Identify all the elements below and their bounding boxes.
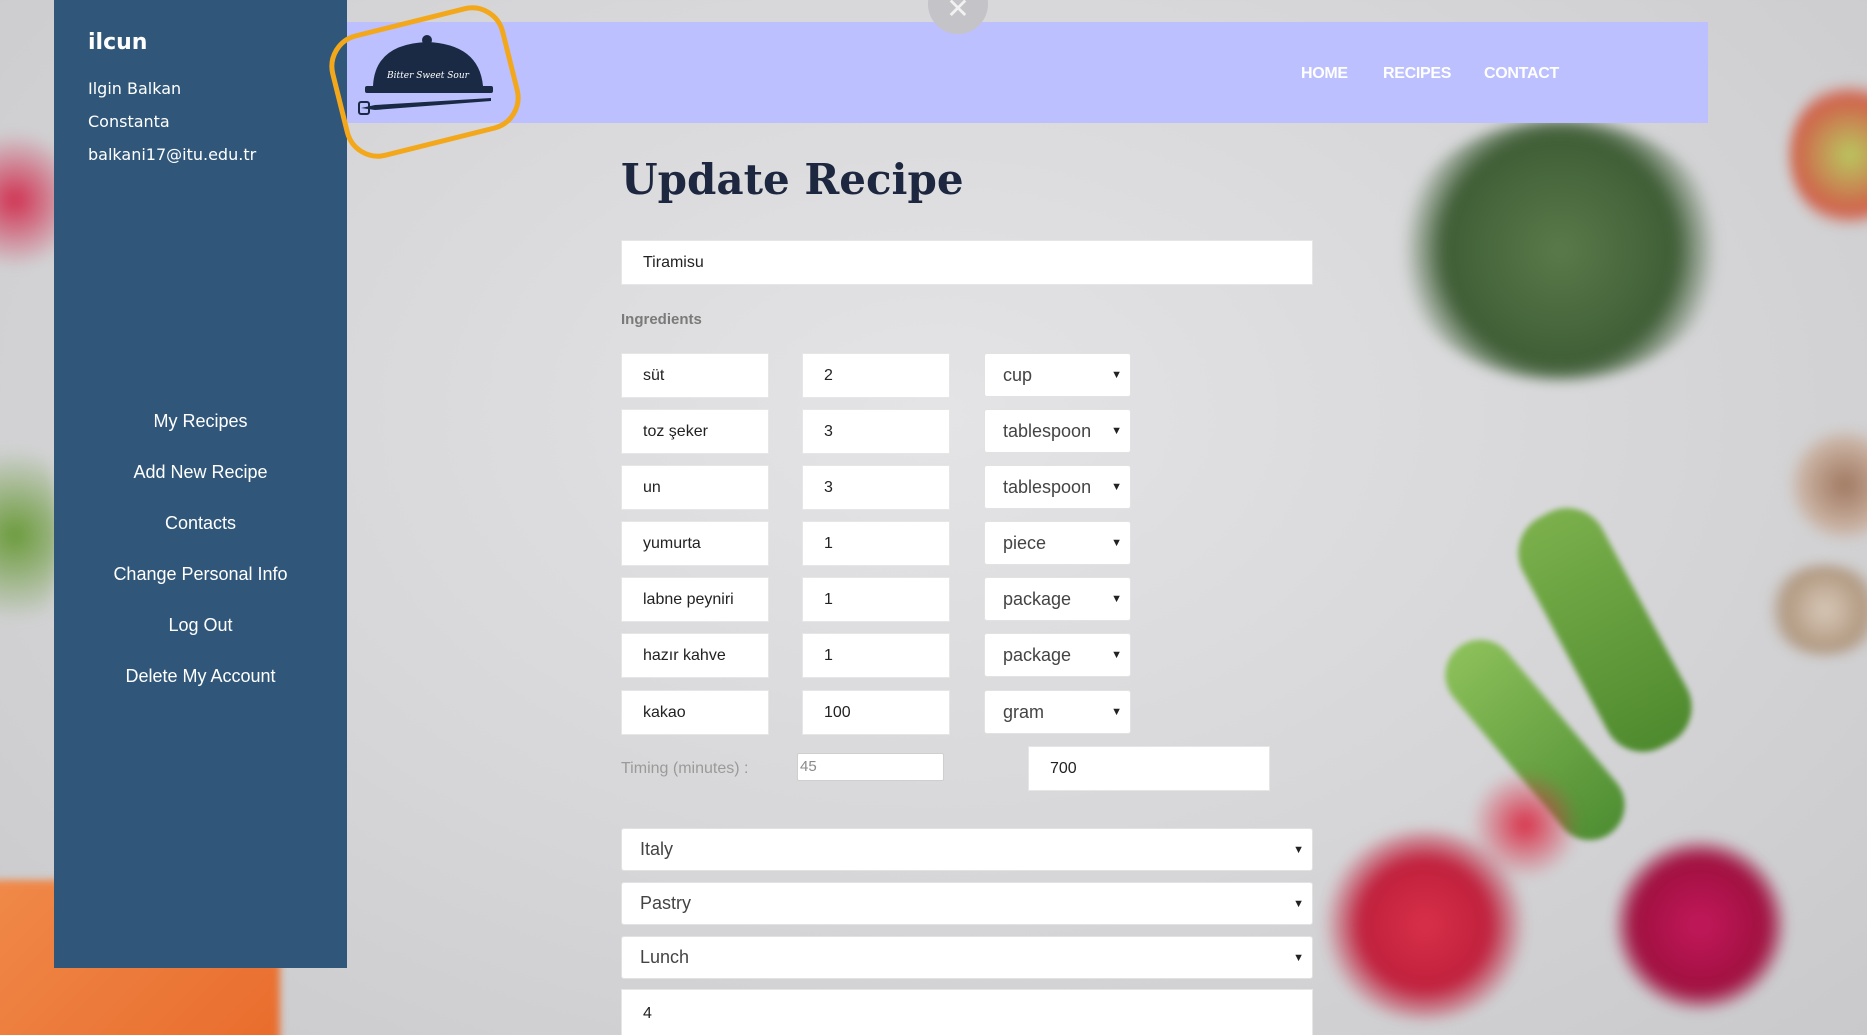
country-select[interactable]: Italy ▼ — [621, 828, 1313, 871]
meal-type-value: Lunch — [640, 947, 690, 967]
sidebar-item-change-personal-info[interactable]: Change Personal Info — [54, 553, 347, 604]
ingredient-unit-select[interactable]: package ▼ — [984, 633, 1131, 677]
ingredient-unit-value: package — [1003, 644, 1072, 665]
ingredient-name-input[interactable]: yumurta — [621, 521, 769, 566]
dropdown-caret-icon: ▼ — [1111, 369, 1122, 381]
sidebar-full-name: Ilgin Balkan — [88, 79, 182, 98]
dropdown-caret-icon: ▼ — [1111, 481, 1122, 493]
ingredient-unit-select[interactable]: piece ▼ — [984, 521, 1131, 565]
logo-cloche-icon[interactable]: Bitter Sweet Sour — [355, 28, 503, 120]
sidebar-email: balkani17@itu.edu.tr — [88, 145, 257, 164]
sidebar-item-add-new-recipe[interactable]: Add New Recipe — [54, 451, 347, 502]
background-artichoke — [1395, 120, 1725, 380]
recipe-name-input[interactable]: Tiramisu — [621, 240, 1313, 285]
sidebar-item-delete-account[interactable]: Delete My Account — [54, 655, 347, 706]
background-raspberries — [1470, 770, 1580, 880]
sidebar-nav: My Recipes Add New Recipe Contacts Chang… — [54, 400, 347, 706]
calorie-input[interactable]: 700 — [1028, 746, 1270, 791]
background-apple — [1790, 80, 1867, 230]
ingredient-name-input[interactable]: labne peyniri — [621, 577, 769, 622]
country-value: Italy — [640, 839, 674, 859]
ingredient-name-input[interactable]: toz şeker — [621, 409, 769, 454]
sidebar-item-my-recipes[interactable]: My Recipes — [54, 400, 347, 451]
ingredient-quantity-input[interactable]: 1 — [802, 521, 950, 566]
logo-text: Bitter Sweet Sour — [386, 71, 470, 81]
dropdown-caret-icon: ▼ — [1293, 843, 1304, 856]
ingredient-unit-select[interactable]: tablespoon ▼ — [984, 409, 1131, 453]
sidebar-item-contacts[interactable]: Contacts — [54, 502, 347, 553]
ingredient-name-input[interactable]: hazır kahve — [621, 633, 769, 678]
sidebar-city: Constanta — [88, 112, 170, 131]
sidebar: ilcun Ilgin Balkan Constanta balkani17@i… — [54, 0, 347, 968]
ingredients-label: Ingredients — [621, 311, 702, 328]
ingredient-quantity-input[interactable]: 1 — [802, 633, 950, 678]
ingredient-unit-value: gram — [1003, 701, 1045, 722]
dropdown-caret-icon: ▼ — [1293, 897, 1304, 910]
ingredient-quantity-input[interactable]: 1 — [802, 577, 950, 622]
category-select[interactable]: Pastry ▼ — [621, 882, 1313, 925]
ingredient-unit-value: tablespoon — [1003, 420, 1092, 441]
ingredient-unit-select[interactable]: tablespoon ▼ — [984, 465, 1131, 509]
nav-home-link[interactable]: HOME — [1301, 65, 1348, 83]
ingredient-unit-select[interactable]: cup ▼ — [984, 353, 1131, 397]
dropdown-caret-icon: ▼ — [1111, 425, 1122, 437]
dropdown-caret-icon: ▼ — [1111, 537, 1122, 549]
ingredient-unit-select[interactable]: gram ▼ — [984, 690, 1131, 734]
ingredient-name-input[interactable]: süt — [621, 353, 769, 398]
nav-contact-link[interactable]: CONTACT — [1484, 65, 1559, 83]
dropdown-caret-icon: ▼ — [1111, 706, 1122, 718]
nav-recipes-link[interactable]: RECIPES — [1383, 65, 1451, 83]
ingredient-unit-select[interactable]: package ▼ — [984, 577, 1131, 621]
background-beet — [1615, 840, 1785, 1010]
header-bar: HOME RECIPES CONTACT — [347, 22, 1708, 123]
ingredient-name-input[interactable]: kakao — [621, 690, 769, 735]
page-title: Update Recipe — [621, 155, 964, 204]
meal-type-select[interactable]: Lunch ▼ — [621, 936, 1313, 979]
background-mushroom — [1765, 565, 1867, 655]
ingredient-unit-value: cup — [1003, 364, 1033, 385]
sidebar-username: ilcun — [88, 30, 148, 55]
ingredient-unit-value: piece — [1003, 532, 1047, 553]
dropdown-caret-icon: ▼ — [1293, 951, 1304, 964]
dropdown-caret-icon: ▼ — [1111, 649, 1122, 661]
background-mushroom — [1790, 430, 1867, 540]
timing-label: Timing (minutes) : — [621, 760, 749, 777]
dropdown-caret-icon: ▼ — [1111, 593, 1122, 605]
timing-input[interactable]: 45 — [797, 753, 944, 781]
background-vegetable — [0, 420, 60, 650]
ingredient-quantity-input[interactable]: 100 — [802, 690, 950, 735]
sidebar-item-log-out[interactable]: Log Out — [54, 604, 347, 655]
category-value: Pastry — [640, 893, 692, 913]
ingredient-quantity-input[interactable]: 3 — [802, 409, 950, 454]
serving-input[interactable]: 4 — [621, 989, 1313, 1035]
ingredient-quantity-input[interactable]: 3 — [802, 465, 950, 510]
ingredient-quantity-input[interactable]: 2 — [802, 353, 950, 398]
ingredient-name-input[interactable]: un — [621, 465, 769, 510]
ingredient-unit-value: package — [1003, 588, 1072, 609]
ingredient-unit-value: tablespoon — [1003, 476, 1092, 497]
